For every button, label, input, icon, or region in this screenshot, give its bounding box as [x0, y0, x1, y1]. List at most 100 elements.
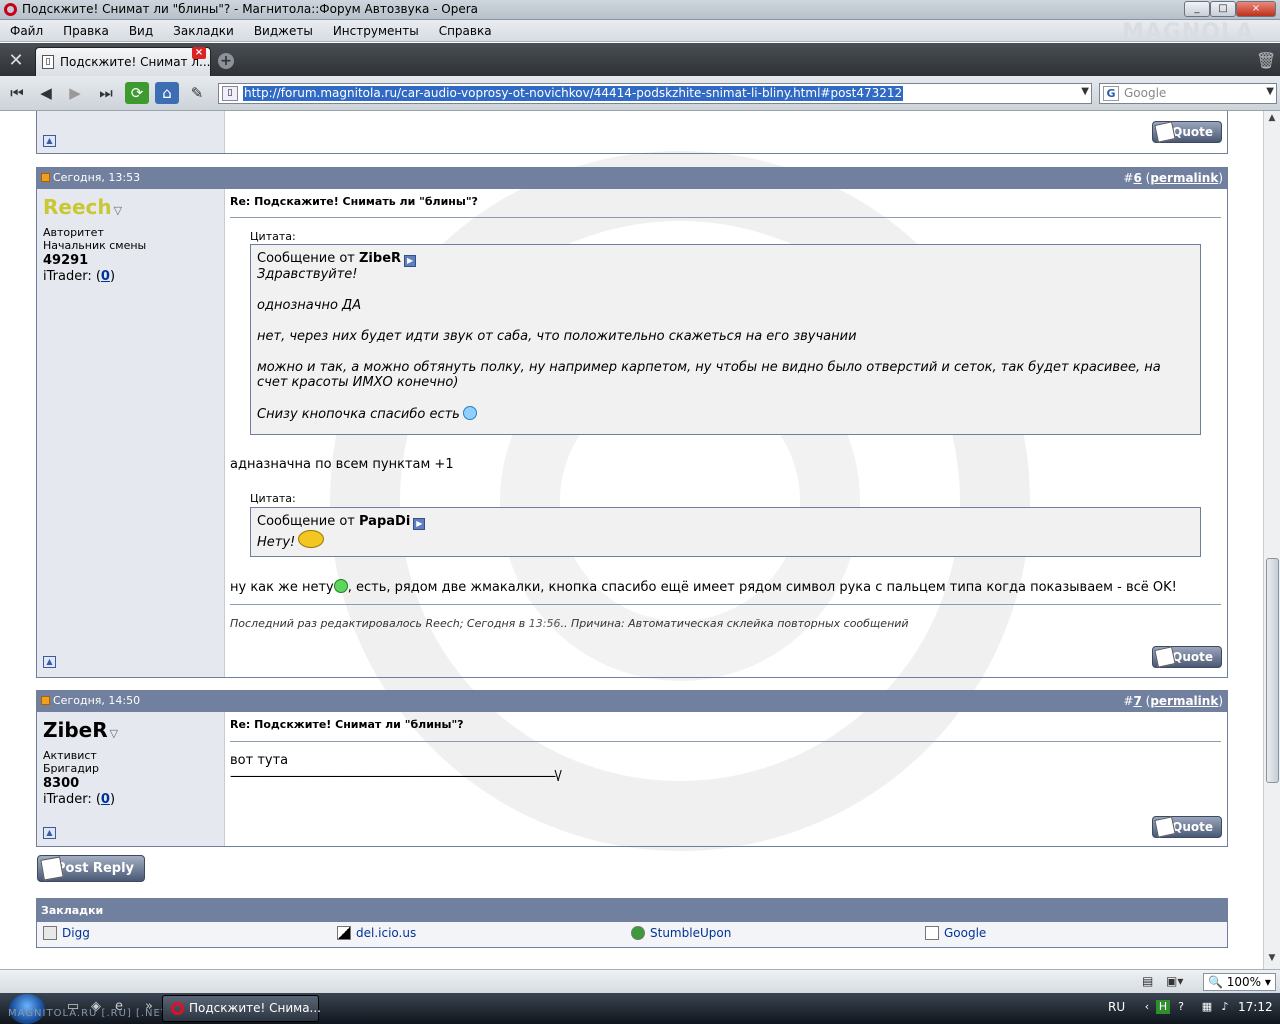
smile-icon: [298, 530, 325, 548]
bookmark-delicious[interactable]: del.icio.us: [337, 926, 416, 940]
quote-line: счет красоты ИМХО конечно): [257, 375, 459, 390]
google-icon[interactable]: G: [1103, 86, 1119, 101]
page-info-icon[interactable]: ▯: [222, 86, 238, 101]
google-bookmark-icon: [925, 926, 939, 940]
forward-icon[interactable]: ▶: [63, 82, 87, 104]
trash-icon[interactable]: 🗑: [1256, 51, 1276, 70]
itrader-link[interactable]: 0: [101, 269, 110, 284]
bookmark-stumbleupon[interactable]: StumbleUpon: [631, 926, 731, 940]
user-rank: Активист: [43, 749, 97, 762]
post-number-link[interactable]: 6: [1133, 171, 1141, 185]
wand-icon[interactable]: ✎: [185, 82, 209, 104]
search-dropdown-icon[interactable]: ▼: [1266, 86, 1274, 97]
quote-button[interactable]: Quote: [1152, 121, 1222, 143]
tools-icon[interactable]: ✕: [3, 49, 29, 73]
post-text: ну как же нету, есть, рядом две жмакалки…: [230, 579, 1177, 595]
post-6: Сегодня, 13:53 #6 (permalink) Reech ▽ Авт…: [36, 167, 1228, 678]
post-status-icon: [41, 173, 50, 182]
username[interactable]: Reech ▽: [43, 195, 122, 219]
network-icon[interactable]: ▦: [1200, 1000, 1214, 1014]
menu-help[interactable]: Справка: [429, 20, 502, 42]
panel-toggle-icon[interactable]: ▤: [1142, 974, 1153, 988]
post-reply-button[interactable]: Post Reply: [37, 855, 145, 882]
quote-line: Снизу кнопочка спасибо есть: [257, 406, 1194, 422]
zoom-select[interactable]: 🔍 100% ▾: [1203, 973, 1276, 991]
new-tab-button[interactable]: +: [218, 53, 234, 69]
address-field[interactable]: ▯ http://forum.magnitola.ru/car-audio-vo…: [218, 83, 1092, 104]
taskbar-opera-window[interactable]: Подскжите! Снима...: [162, 995, 321, 1022]
bookmark-digg[interactable]: Digg: [43, 926, 90, 940]
back-icon[interactable]: ◀: [34, 82, 58, 104]
post-left-panel: ZibeR ▽ Активист Бригадир 8300 iTrader: (…: [37, 712, 225, 846]
quote-line: нет, через них будет идти звук от саба, …: [257, 329, 857, 344]
menu-bar: Файл Правка Вид Закладки Виджеты Инструменты С…: [0, 20, 1280, 45]
camera-icon[interactable]: ▣▾: [1166, 974, 1183, 988]
view-post-icon[interactable]: ▶: [404, 255, 417, 267]
post-header: Сегодня, 13:53 #6 (permalink): [37, 168, 1227, 189]
menu-view[interactable]: Вид: [119, 20, 163, 42]
search-field[interactable]: G Google ▼: [1099, 83, 1277, 104]
tab-active[interactable]: ▯ Подскжите! Снимат л... ×: [35, 47, 211, 76]
tray-arrow-icon[interactable]: ‹: [1140, 1000, 1154, 1014]
page-watermark: MAGNITOLA.RU [.RU] [.NET]: [8, 1008, 173, 1019]
username[interactable]: ZibeR ▽: [43, 718, 118, 742]
bookmark-google[interactable]: Google: [925, 926, 986, 940]
window-title-bar: Подскжите! Снимат ли "блины"? - Магнитол…: [0, 0, 1280, 20]
quote-box: Сообщение от PapaDi ▶ Нету!: [250, 507, 1201, 557]
post-number: #7 (permalink): [1123, 694, 1223, 708]
tray-help-icon[interactable]: ?: [1174, 1000, 1188, 1014]
tray-app-icon[interactable]: H: [1156, 1000, 1170, 1014]
quote-box: Сообщение от ZibeR ▶ Здравствуйте! однозн…: [250, 244, 1201, 435]
minimize-button[interactable]: _: [1184, 1, 1210, 17]
quote-button[interactable]: Quote: [1152, 816, 1222, 838]
volume-icon[interactable]: ♪: [1218, 1000, 1232, 1014]
user-title: Бригадир: [43, 762, 99, 775]
up-arrow-icon[interactable]: ▲: [43, 827, 56, 839]
grin-icon: [333, 579, 348, 593]
rewind-icon[interactable]: ⏮: [5, 82, 29, 104]
tab-close-button[interactable]: ×: [192, 47, 206, 59]
itrader: iTrader: (0): [43, 269, 116, 284]
user-title: Начальник смены: [43, 239, 147, 252]
post-header: Сегодня, 14:50 #7 (permalink): [37, 691, 1227, 712]
address-dropdown-icon[interactable]: ▼: [1081, 86, 1089, 97]
menu-tools[interactable]: Инструменты: [323, 20, 429, 42]
menu-file[interactable]: Файл: [0, 20, 53, 42]
divider: [230, 741, 1221, 742]
smile-icon: [462, 406, 477, 420]
scroll-thumb[interactable]: [1266, 558, 1279, 783]
scroll-up-icon[interactable]: ▲: [1266, 113, 1278, 127]
itrader-link[interactable]: 0: [101, 792, 110, 807]
menu-bookmarks[interactable]: Закладки: [163, 20, 244, 42]
post-status-icon: [41, 696, 50, 705]
permalink-link[interactable]: permalink: [1150, 694, 1218, 708]
divider: [230, 217, 1221, 218]
view-post-icon[interactable]: ▶: [413, 518, 426, 530]
status-bar: ▤ ▣▾ 🔍 100% ▾: [0, 969, 1280, 993]
url-text[interactable]: http://forum.magnitola.ru/car-audio-vopr…: [243, 86, 904, 101]
maximize-button[interactable]: □: [1210, 1, 1236, 17]
up-arrow-icon[interactable]: ▲: [43, 135, 56, 147]
menu-edit[interactable]: Правка: [53, 20, 119, 42]
post-text: адназначна по всем пунктам +1: [230, 457, 454, 472]
menu-widgets[interactable]: Виджеты: [244, 20, 323, 42]
up-arrow-icon[interactable]: ▲: [43, 656, 56, 668]
vertical-scrollbar[interactable]: ▲ ▼: [1263, 111, 1280, 969]
post-date: Сегодня, 13:53: [41, 171, 140, 184]
language-indicator[interactable]: RU: [1108, 1000, 1125, 1014]
reload-icon[interactable]: ⟳: [125, 82, 149, 104]
home-icon[interactable]: ⌂: [155, 82, 179, 104]
quote-button[interactable]: Quote: [1152, 646, 1222, 668]
post-left-panel: Reech ▽ Авторитет Начальник смены 49291 i…: [37, 189, 225, 677]
permalink-link[interactable]: permalink: [1150, 171, 1218, 185]
page-content: ▲ Quote Сегодня, 13:53 #6 (permalink) Re…: [0, 111, 1263, 969]
search-placeholder: Google: [1124, 86, 1167, 100]
quote-line: однозначно ДА: [257, 298, 362, 313]
quote-label: Цитата:: [250, 230, 296, 243]
fast-forward-icon[interactable]: ⏭: [94, 82, 118, 104]
post-count: 8300: [43, 776, 80, 791]
scroll-down-icon[interactable]: ▼: [1266, 953, 1278, 967]
post-number-link[interactable]: 7: [1133, 694, 1141, 708]
taskbar: ▭ ◈ e » MAGNITOLA.RU [.RU] [.NET] Подскж…: [0, 993, 1280, 1024]
close-window-button[interactable]: ×: [1236, 1, 1276, 17]
